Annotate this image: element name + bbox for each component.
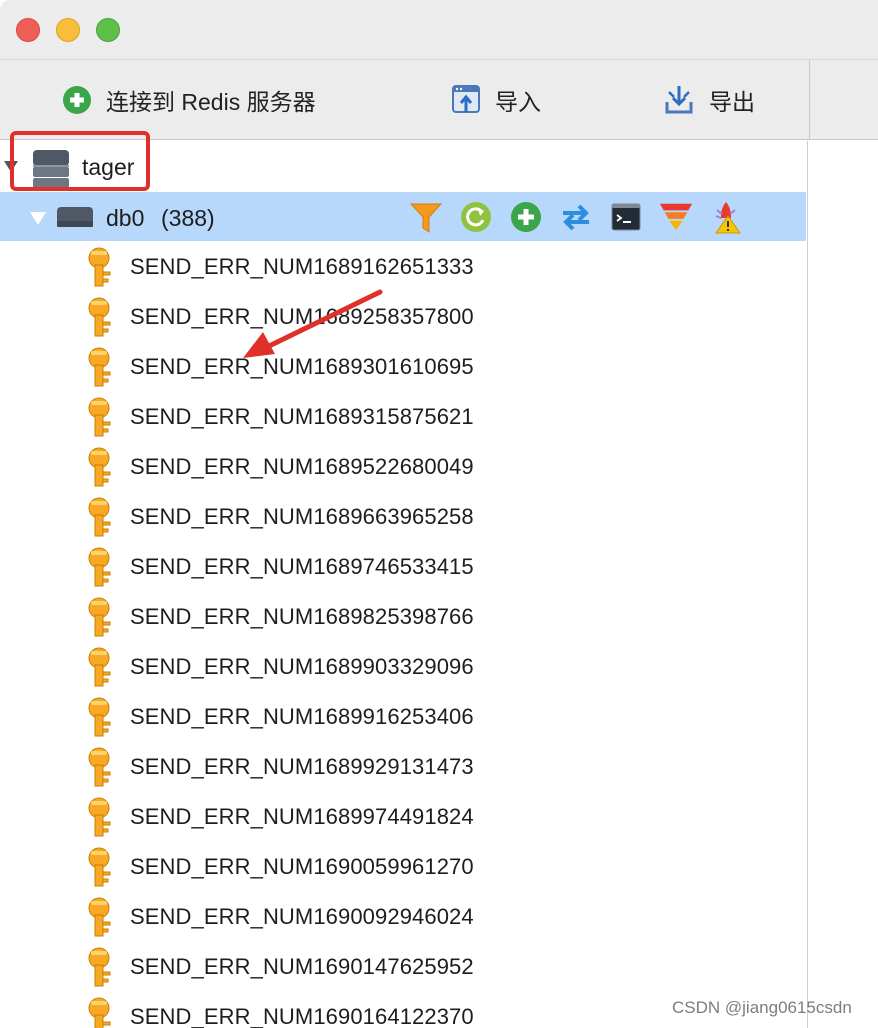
key-name: SEND_ERR_NUM1690092946024 — [130, 904, 474, 929]
key-row[interactable]: SEND_ERR_NUM1689258357800 — [0, 291, 807, 341]
key-icon — [88, 747, 111, 787]
key-name: SEND_ERR_NUM1690164122370 — [130, 1004, 474, 1028]
key-name: SEND_ERR_NUM1690059961270 — [130, 854, 474, 879]
key-row[interactable]: SEND_ERR_NUM1689301610695 — [0, 341, 807, 391]
key-name: SEND_ERR_NUM1689746533415 — [130, 554, 474, 579]
key-icon — [88, 647, 111, 687]
export-button[interactable]: 导出 — [663, 80, 755, 120]
analyze-icon — [715, 202, 741, 234]
annotation-arrow — [243, 289, 383, 358]
key-icon — [88, 697, 111, 737]
key-icon — [88, 847, 111, 887]
key-icon — [88, 397, 111, 437]
expand-triangle-icon[interactable] — [30, 211, 46, 225]
connect-server-button[interactable]: 连接到 Redis 服务器 — [62, 80, 316, 120]
key-row[interactable]: SEND_ERR_NUM1689974491824 — [0, 791, 807, 841]
key-name: SEND_ERR_NUM1689162651333 — [130, 254, 474, 279]
key-icon — [88, 597, 111, 637]
key-row[interactable]: SEND_ERR_NUM1689825398766 — [0, 591, 807, 641]
key-icon — [88, 347, 111, 387]
key-row[interactable]: SEND_ERR_NUM1690147625952 — [0, 941, 807, 991]
toolbar-divider — [809, 60, 810, 140]
key-row[interactable]: SEND_ERR_NUM1689929131473 — [0, 741, 807, 791]
key-row[interactable]: SEND_ERR_NUM1689162651333 — [0, 241, 807, 291]
add-key-button[interactable] — [509, 200, 543, 234]
move-icon — [563, 204, 589, 231]
console-button[interactable] — [609, 200, 643, 234]
key-row[interactable]: SEND_ERR_NUM1690059961270 — [0, 841, 807, 891]
key-icon — [88, 997, 111, 1028]
close-window-button[interactable] — [16, 18, 40, 42]
minimize-window-button[interactable] — [56, 18, 80, 42]
key-icon — [88, 547, 111, 587]
key-name: SEND_ERR_NUM1689974491824 — [130, 804, 474, 829]
key-name: SEND_ERR_NUM1689315875621 — [130, 404, 474, 429]
flush-icon — [659, 203, 693, 231]
reload-icon — [461, 202, 491, 232]
title-bar — [0, 0, 878, 60]
key-icon — [88, 247, 111, 287]
key-name: SEND_ERR_NUM1690147625952 — [130, 954, 474, 979]
key-name: SEND_ERR_NUM1689522680049 — [130, 454, 474, 479]
add-circle-icon — [63, 86, 91, 114]
database-name: db0 — [106, 205, 145, 231]
filter-button[interactable] — [409, 200, 443, 234]
flush-button[interactable] — [659, 200, 693, 234]
key-icon — [88, 447, 111, 487]
import-label: 导入 — [495, 89, 541, 115]
database-icon — [57, 207, 93, 227]
key-name: SEND_ERR_NUM1689663965258 — [130, 504, 474, 529]
key-name: SEND_ERR_NUM1689916253406 — [130, 704, 474, 729]
console-icon — [611, 203, 641, 231]
key-row[interactable]: SEND_ERR_NUM1689663965258 — [0, 491, 807, 541]
key-icon — [88, 497, 111, 537]
key-name: SEND_ERR_NUM1689929131473 — [130, 754, 474, 779]
key-row[interactable]: SEND_ERR_NUM1689746533415 — [0, 541, 807, 591]
key-row[interactable]: SEND_ERR_NUM1689903329096 — [0, 641, 807, 691]
key-icon — [88, 897, 111, 937]
key-icon — [88, 297, 111, 337]
connection-tree: tager db0 (388) SEND_ERR_NUM168916265133… — [0, 131, 807, 1028]
maximize-window-button[interactable] — [96, 18, 120, 42]
add-key-icon — [511, 202, 541, 232]
reload-button[interactable] — [459, 200, 493, 234]
connect-server-label: 连接到 Redis 服务器 — [106, 89, 316, 115]
import-button[interactable]: 导入 — [451, 80, 541, 120]
analyze-button[interactable] — [709, 200, 743, 234]
export-label: 导出 — [709, 89, 755, 115]
key-icon — [88, 947, 111, 987]
import-icon — [452, 85, 480, 113]
server-node[interactable]: tager — [0, 131, 807, 191]
export-icon — [665, 86, 693, 114]
database-key-count: (388) — [161, 205, 215, 231]
move-button[interactable] — [559, 200, 593, 234]
key-row[interactable]: SEND_ERR_NUM1690092946024 — [0, 891, 807, 941]
toolbar: 连接到 Redis 服务器 导入 导出 — [0, 60, 878, 140]
database-node[interactable]: db0 (388) — [0, 192, 806, 241]
key-row[interactable]: SEND_ERR_NUM1689522680049 — [0, 441, 807, 491]
annotation-highlight-box — [10, 131, 150, 191]
key-row[interactable]: SEND_ERR_NUM1689315875621 — [0, 391, 807, 441]
key-icon — [88, 797, 111, 837]
key-name: SEND_ERR_NUM1689825398766 — [130, 604, 474, 629]
key-row[interactable]: SEND_ERR_NUM1689916253406 — [0, 691, 807, 741]
watermark: CSDN @jiang0615csdn — [672, 998, 852, 1017]
filter-icon — [410, 203, 442, 233]
key-name: SEND_ERR_NUM1689903329096 — [130, 654, 474, 679]
detail-pane — [807, 141, 878, 1028]
